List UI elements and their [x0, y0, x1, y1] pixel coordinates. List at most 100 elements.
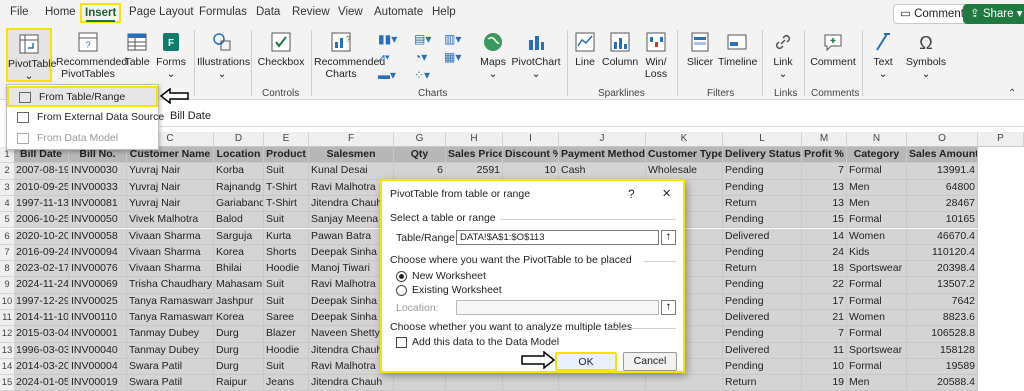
table-cell[interactable]: 106528.8 [907, 326, 978, 343]
column-header[interactable]: N [847, 132, 907, 147]
table-cell[interactable]: Hoodie [264, 342, 309, 359]
bar-chart-icon[interactable]: ▬▾ [378, 68, 396, 82]
table-cell[interactable]: Trisha Chaudhary [127, 277, 214, 294]
link-button[interactable]: Link ⌄ [768, 30, 798, 80]
table-cell[interactable]: INV00004 [69, 358, 127, 376]
table-cell[interactable]: INV00050 [69, 212, 127, 229]
table-cell[interactable]: Wholesale [646, 163, 723, 180]
tab-page-layout[interactable]: Page Layout [129, 6, 194, 18]
from-table-range-item[interactable]: From Table/Range [7, 86, 158, 107]
table-cell[interactable]: Durg [214, 326, 264, 343]
table-cell[interactable]: 64800 [907, 179, 978, 196]
table-cell[interactable]: INV00058 [69, 228, 127, 245]
hierarchy-chart-icon[interactable]: ▤▾ [414, 32, 431, 46]
table-cell[interactable]: Korea [214, 310, 264, 327]
table-cell[interactable]: 2006-10-25 [14, 212, 69, 229]
table-cell[interactable]: Bhilai [214, 261, 264, 278]
scatter-chart-icon[interactable]: ⁘▾ [414, 68, 430, 82]
table-cell[interactable]: 7642 [907, 293, 978, 310]
pivotchart-button[interactable]: PivotChart ⌄ [511, 30, 561, 80]
column-header[interactable]: J [559, 132, 646, 147]
table-cell[interactable]: INV00030 [69, 163, 127, 180]
table-cell[interactable]: 2007-08-19 [14, 163, 69, 180]
tab-review[interactable]: Review [292, 6, 330, 18]
table-cell[interactable]: Pending [723, 293, 802, 310]
table-cell[interactable]: Formal [847, 277, 907, 294]
table-cell[interactable]: INV00033 [69, 179, 127, 196]
table-range-input[interactable]: DATA!$A$1:$O$113 [456, 230, 659, 245]
table-cell[interactable]: Hoodie [264, 261, 309, 278]
table-cell[interactable]: Formal [847, 212, 907, 229]
table-cell[interactable]: Pending [723, 326, 802, 343]
header-cell[interactable]: Salesmen [309, 147, 394, 164]
table-cell[interactable]: 6 [394, 163, 446, 180]
table-cell[interactable]: Korba [214, 163, 264, 180]
table-cell[interactable]: Sportswear [847, 261, 907, 278]
table-cell[interactable]: Suit [264, 277, 309, 294]
table-cell[interactable]: 20398.4 [907, 261, 978, 278]
table-cell[interactable]: 46670.4 [907, 228, 978, 245]
table-cell[interactable]: INV00081 [69, 195, 127, 213]
column-header[interactable]: E [264, 132, 309, 147]
table-cell[interactable]: Sportswear [847, 342, 907, 359]
table-cell[interactable]: 24 [802, 244, 847, 262]
header-cell[interactable]: Profit % [802, 147, 847, 164]
table-cell[interactable]: 10 [503, 163, 559, 180]
column-header[interactable]: G [394, 132, 446, 147]
table-cell[interactable]: 2591 [446, 163, 503, 180]
collapse-range-icon[interactable]: ⭡ [661, 230, 676, 245]
row-header[interactable]: 14 [0, 358, 14, 376]
row-header[interactable]: 6 [0, 228, 14, 245]
row-header[interactable]: 8 [0, 261, 14, 278]
table-cell[interactable]: Formal [847, 293, 907, 310]
recommended-charts-button[interactable]: ? Recommended Charts [314, 30, 385, 80]
table-cell[interactable]: Pending [723, 244, 802, 262]
table-cell[interactable]: T-Shirt [264, 179, 309, 196]
sparkline-line-button[interactable]: Line [572, 30, 598, 68]
table-cell[interactable]: Jitendra Chauh [309, 375, 394, 391]
timeline-button[interactable]: Timeline [718, 30, 757, 68]
collapse-ribbon-icon[interactable]: ⌃ [1008, 88, 1016, 99]
tab-file[interactable]: File [10, 6, 29, 18]
table-cell[interactable]: Jashpur [214, 293, 264, 310]
row-header[interactable]: 2 [0, 163, 14, 180]
table-cell[interactable] [503, 375, 559, 391]
header-cell[interactable]: Payment Method [559, 147, 646, 164]
row-header[interactable]: 3 [0, 179, 14, 196]
header-cell[interactable]: Discount % [503, 147, 559, 164]
header-cell[interactable]: Sales Price [446, 147, 503, 164]
column-header[interactable]: D [214, 132, 264, 147]
header-cell[interactable]: Location [214, 147, 264, 164]
table-cell[interactable]: 1997-12-29 [14, 293, 69, 310]
table-cell[interactable]: 19 [802, 375, 847, 391]
table-cell[interactable]: Jeans [264, 375, 309, 391]
table-cell[interactable]: 17 [802, 293, 847, 310]
share-button[interactable]: ⇪ Share ▾ [963, 4, 1024, 24]
table-cell[interactable]: Sarguja [214, 228, 264, 245]
table-cell[interactable]: Vivaan Sharma [127, 261, 214, 278]
table-cell[interactable]: Pending [723, 163, 802, 180]
table-cell[interactable]: Suit [264, 163, 309, 180]
row-header[interactable]: 11 [0, 310, 14, 327]
tab-insert[interactable]: Insert [80, 3, 122, 23]
pivottable-button[interactable]: PivotTable ⌄ [6, 28, 56, 82]
table-cell[interactable]: 2014-03-20 [14, 358, 69, 376]
table-cell[interactable]: Suit [264, 212, 309, 229]
row-header[interactable]: 5 [0, 212, 14, 229]
table-cell[interactable]: Formal [847, 326, 907, 343]
tab-view[interactable]: View [338, 6, 363, 18]
table-cell[interactable]: Women [847, 310, 907, 327]
table-cell[interactable] [446, 375, 503, 391]
column-header[interactable]: K [646, 132, 723, 147]
table-cell[interactable]: Kids [847, 244, 907, 262]
maps-button[interactable]: Maps ⌄ [479, 30, 507, 80]
table-cell[interactable]: T-Shirt [264, 195, 309, 213]
table-cell[interactable]: Men [847, 195, 907, 213]
text-button[interactable]: Text ⌄ [868, 30, 898, 80]
table-cell[interactable]: 158128 [907, 342, 978, 359]
table-cell[interactable]: Formal [847, 163, 907, 180]
tab-automate[interactable]: Automate [374, 6, 423, 18]
table-cell[interactable]: Vivaan Sharma [127, 228, 214, 245]
column-header[interactable]: I [503, 132, 559, 147]
table-cell[interactable]: Tanmay Dubey [127, 342, 214, 359]
